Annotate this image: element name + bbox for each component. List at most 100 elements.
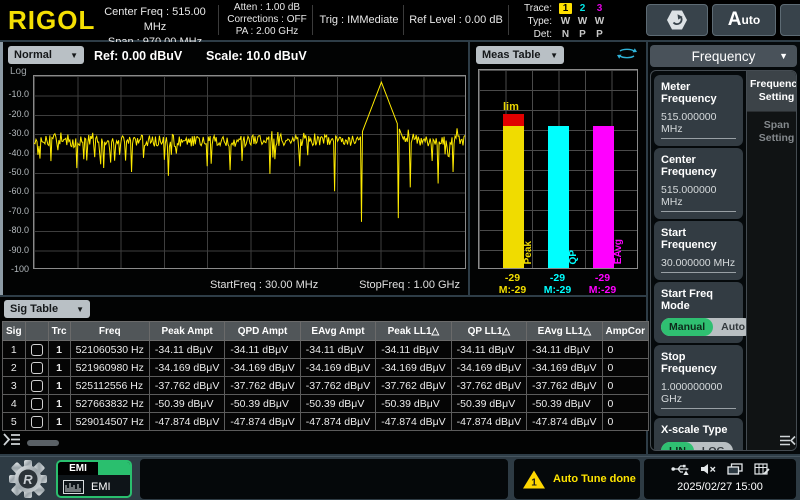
sidebar-field-stop-frequency[interactable]: Stop Frequency1.000000000 GHz — [654, 345, 743, 416]
trig-readout: Trig : IMMediate — [318, 14, 400, 26]
table-row[interactable]: 31525112556 Hz-37.762 dBμV-37.762 dBμV-3… — [3, 377, 649, 395]
menu-title-dropdown[interactable]: Frequency ▼ — [650, 45, 797, 67]
cell-2: -50.39 dBμV — [225, 395, 300, 413]
meter-bar-limit-cap — [503, 114, 524, 126]
trace-2-det: P — [574, 29, 591, 40]
spectrum-plot[interactable] — [33, 75, 466, 269]
trace-status-det-label: Det: — [516, 29, 552, 40]
column-header-sig[interactable]: Sig — [3, 322, 26, 341]
table-expand-icon[interactable] — [2, 432, 22, 452]
row-checkbox[interactable] — [31, 362, 43, 374]
column-header-eavg-ampt[interactable]: EAvg Ampt — [300, 322, 375, 341]
cell-sig: 2 — [3, 359, 26, 377]
toggle-option-log[interactable]: LOG — [694, 442, 733, 451]
trace-3-num: 3 — [591, 3, 608, 14]
corrections-readout: Corrections : OFF — [224, 14, 310, 26]
menu-collapse-icon[interactable] — [779, 434, 797, 452]
meter-value-qp: -29 — [536, 272, 580, 284]
cell-5: -47.874 dBμV — [451, 413, 526, 431]
sig-table-label: Sig Table — [10, 303, 58, 315]
preset-hexagon-icon — [664, 7, 690, 33]
sidebar-field-start-frequency[interactable]: Start Frequency30.000000 MHz — [654, 221, 743, 280]
warning-icon: 1 — [522, 469, 546, 490]
cell-select[interactable] — [25, 395, 48, 413]
cell-trc: 1 — [48, 377, 70, 395]
message-panel[interactable]: 1 Auto Tune done — [514, 459, 640, 499]
auto-button-label-big: A — [728, 9, 742, 31]
analyzer-screen: RIGOL Center Freq : 515.00 MHz Span : 97… — [0, 0, 800, 500]
row-checkbox[interactable] — [31, 398, 43, 410]
y-tick-label: -10.0 — [1, 89, 29, 99]
cell-select[interactable] — [25, 341, 48, 359]
meter-max-qp: M:-29 — [536, 284, 580, 296]
meas-table-dropdown[interactable]: Meas Table ▼ — [476, 46, 564, 64]
cell-7: 0 — [602, 413, 648, 431]
column-header-eavg-ll1[interactable]: EAvg LL1△ — [527, 322, 602, 341]
column-header-peak-ll1[interactable]: Peak LL1△ — [376, 322, 451, 341]
cell-0: 521960980 Hz — [70, 359, 149, 377]
column-header-select[interactable] — [25, 322, 48, 341]
sidebar-field-meter-frequency[interactable]: Meter Frequency515.000000 MHz — [654, 75, 743, 146]
cell-select[interactable] — [25, 413, 48, 431]
mode-tab-emi[interactable]: EMI EMI — [56, 460, 132, 498]
row-checkbox[interactable] — [31, 344, 43, 356]
column-header-peak-ampt[interactable]: Peak Ampt — [149, 322, 224, 341]
preset-button[interactable] — [646, 4, 708, 36]
table-row[interactable]: 51529014507 Hz-47.874 dBμV-47.874 dBμV-4… — [3, 413, 649, 431]
bottom-task-bar: R EMI EMI 1 Auto Tune done — [0, 456, 800, 500]
sidebar-tab-frequency-setting[interactable]: FrequencySetting — [747, 71, 797, 111]
cell-1: -34.11 dBμV — [149, 341, 224, 359]
svg-text:1: 1 — [531, 477, 537, 488]
swap-view-icon[interactable] — [616, 47, 638, 65]
y-tick-label: -50.0 — [1, 167, 29, 177]
trace-2-type: W — [574, 16, 591, 27]
meas-bar-chart[interactable]: limPeakQPEAvg — [478, 69, 638, 269]
sidebar-field-label: Center Frequency — [661, 154, 736, 178]
cell-select[interactable] — [25, 359, 48, 377]
column-header-qpd-ampt[interactable]: QPD Ampt — [225, 322, 300, 341]
mode-tab-header: EMI — [58, 462, 130, 475]
trace-mode-dropdown[interactable]: Normal ▼ — [8, 46, 84, 64]
sidebar-field-center-frequency[interactable]: Center Frequency515.000000 MHz — [654, 148, 743, 219]
column-header-trc[interactable]: Trc — [48, 322, 70, 341]
table-row[interactable]: 41527663832 Hz-50.39 dBμV-50.39 dBμV-50.… — [3, 395, 649, 413]
toggle-start-freq-mode: ManualAuto — [661, 318, 753, 336]
atten-readout-group: Atten : 1.00 dB Corrections : OFF PA : 2… — [224, 2, 310, 38]
alert-message: Auto Tune done — [553, 473, 636, 485]
ref-level-label: Ref: 0.00 dBuV — [94, 49, 182, 63]
cell-sig: 1 — [3, 341, 26, 359]
column-header-ampcor[interactable]: AmpCor — [602, 322, 648, 341]
sidebar-tab-span-setting[interactable]: SpanSetting — [747, 111, 797, 152]
y-tick-label: -30.0 — [1, 128, 29, 138]
toggle-option-lin[interactable]: LIN — [661, 442, 694, 451]
table-row[interactable]: 21521960980 Hz-34.169 dBμV-34.169 dBμV-3… — [3, 359, 649, 377]
auto-tune-button[interactable]: Auto — [712, 4, 776, 36]
cell-0: 521060530 Hz — [70, 341, 149, 359]
partial-button[interactable] — [780, 4, 800, 36]
row-checkbox[interactable] — [31, 380, 43, 392]
system-status-panel[interactable]: 2025/02/27 15:00 — [644, 459, 796, 499]
cell-2: -34.169 dBμV — [225, 359, 300, 377]
cell-7: 0 — [602, 359, 648, 377]
cell-6: -37.762 dBμV — [527, 377, 602, 395]
system-gear-icon[interactable]: R — [8, 459, 48, 500]
y-tick-label: -20.0 — [1, 109, 29, 119]
sig-table-dropdown[interactable]: Sig Table ▼ — [4, 300, 90, 318]
horizontal-scrollbar[interactable] — [27, 440, 59, 446]
column-header-freq[interactable]: Freq — [70, 322, 149, 341]
sidebar-field-x-scale-type[interactable]: X-scale TypeLINLOG — [654, 418, 743, 451]
sig-table-panel: Sig Table ▼ SigTrcFreqPeak AmptQPD AmptE… — [0, 297, 646, 454]
cell-6: -34.169 dBμV — [527, 359, 602, 377]
column-header-qp-ll1[interactable]: QP LL1△ — [451, 322, 526, 341]
cell-6: -34.11 dBμV — [527, 341, 602, 359]
table-row[interactable]: 11521060530 Hz-34.11 dBμV-34.11 dBμV-34.… — [3, 341, 649, 359]
trace-status-block: Trace:123Type:WWWDet:NPP — [516, 2, 638, 41]
cell-select[interactable] — [25, 377, 48, 395]
row-checkbox[interactable] — [31, 416, 43, 428]
sidebar-field-start-freq-mode[interactable]: Start Freq ModeManualAuto — [654, 282, 743, 343]
divider — [312, 5, 313, 35]
sidebar-field-label: Stop Frequency — [661, 351, 736, 375]
toggle-option-manual[interactable]: Manual — [661, 318, 713, 336]
chevron-down-icon: ▼ — [779, 51, 788, 61]
cell-1: -34.169 dBμV — [149, 359, 224, 377]
